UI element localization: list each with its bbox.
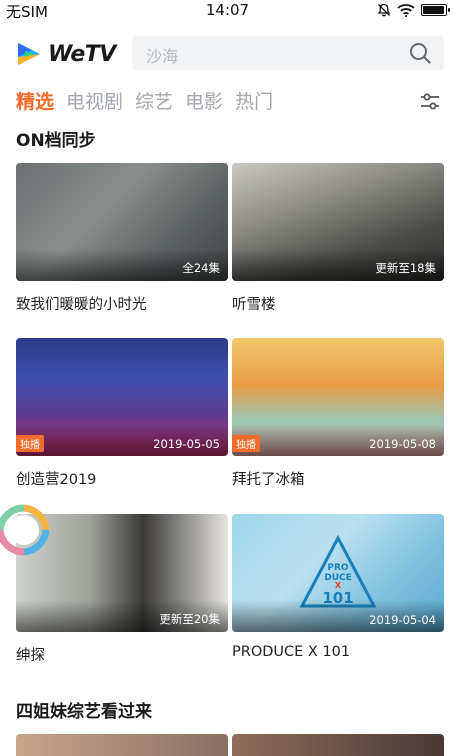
category-tabs: 精选 电视剧 综艺 电影 热门 [16, 88, 273, 116]
video-thumbnail: 独播 2019-05-08 [232, 338, 444, 456]
section-title-on-air: ON档同步 [16, 131, 96, 151]
tab-featured[interactable]: 精选 [16, 88, 54, 116]
episode-badge: 更新至20集 [159, 612, 220, 626]
episode-badge: 更新至18集 [375, 261, 436, 275]
wetv-logo-icon [18, 43, 40, 65]
video-title: 创造营2019 [16, 472, 97, 488]
wifi-icon [397, 4, 415, 17]
app-name: WeTV [48, 41, 116, 67]
tab-variety[interactable]: 综艺 [135, 88, 173, 116]
tab-tv-series[interactable]: 电视剧 [66, 88, 123, 116]
tab-movies[interactable]: 电影 [185, 88, 223, 116]
video-card[interactable]: 更新至18集 听雪楼 [232, 163, 444, 314]
video-thumbnail: 全24集 [16, 163, 228, 281]
video-thumbnail: PRO DUCE X 101 2019-05-04 [232, 514, 444, 632]
loading-spinner-icon [0, 504, 50, 556]
app-logo[interactable]: WeTV [14, 36, 116, 72]
search-placeholder: 沙海 [146, 47, 179, 66]
video-card[interactable]: 独播 2019-05-08 拜托了冰箱 [232, 338, 444, 489]
video-card[interactable]: 全24集 致我们暖暖的小时光 [16, 163, 228, 314]
video-thumbnail: 独播 2019-05-05 [16, 338, 228, 456]
video-card[interactable]: PRO DUCE X 101 2019-05-04 PRODUCE X 101 [232, 514, 444, 660]
video-title: 拜托了冰箱 [232, 472, 305, 488]
video-thumbnail: 更新至18集 [232, 163, 444, 281]
status-bar: 无SIM 14:07 [0, 0, 455, 22]
app-header: WeTV 沙海 [0, 36, 455, 72]
video-thumbnail-partial[interactable] [16, 734, 228, 756]
exclusive-badge: 独播 [16, 435, 44, 452]
battery-fill [423, 6, 444, 14]
video-title: 听雪楼 [232, 297, 276, 313]
bell-muted-icon [377, 3, 391, 17]
section-title-sisters-variety: 四姐妹综艺看过来 [16, 702, 152, 722]
search-icon[interactable] [408, 41, 432, 65]
video-card[interactable]: 独播 2019-05-05 创造营2019 [16, 338, 228, 489]
exclusive-badge: 独播 [232, 435, 260, 452]
date-badge: 2019-05-05 [153, 437, 220, 451]
date-badge: 2019-05-08 [369, 437, 436, 451]
video-title: PRODUCE X 101 [232, 644, 351, 660]
video-title: 致我们暖暖的小时光 [16, 297, 147, 313]
battery-icon [421, 4, 450, 16]
video-title: 绅探 [16, 648, 45, 664]
video-thumbnail-partial[interactable] [232, 734, 444, 756]
status-icons [377, 3, 450, 17]
filter-icon[interactable] [419, 92, 441, 112]
date-badge: 2019-05-04 [369, 613, 436, 627]
search-bar[interactable]: 沙海 [132, 36, 444, 70]
episode-badge: 全24集 [182, 261, 220, 275]
svg-text:PRO: PRO [327, 563, 349, 573]
tab-trending[interactable]: 热门 [235, 88, 273, 116]
